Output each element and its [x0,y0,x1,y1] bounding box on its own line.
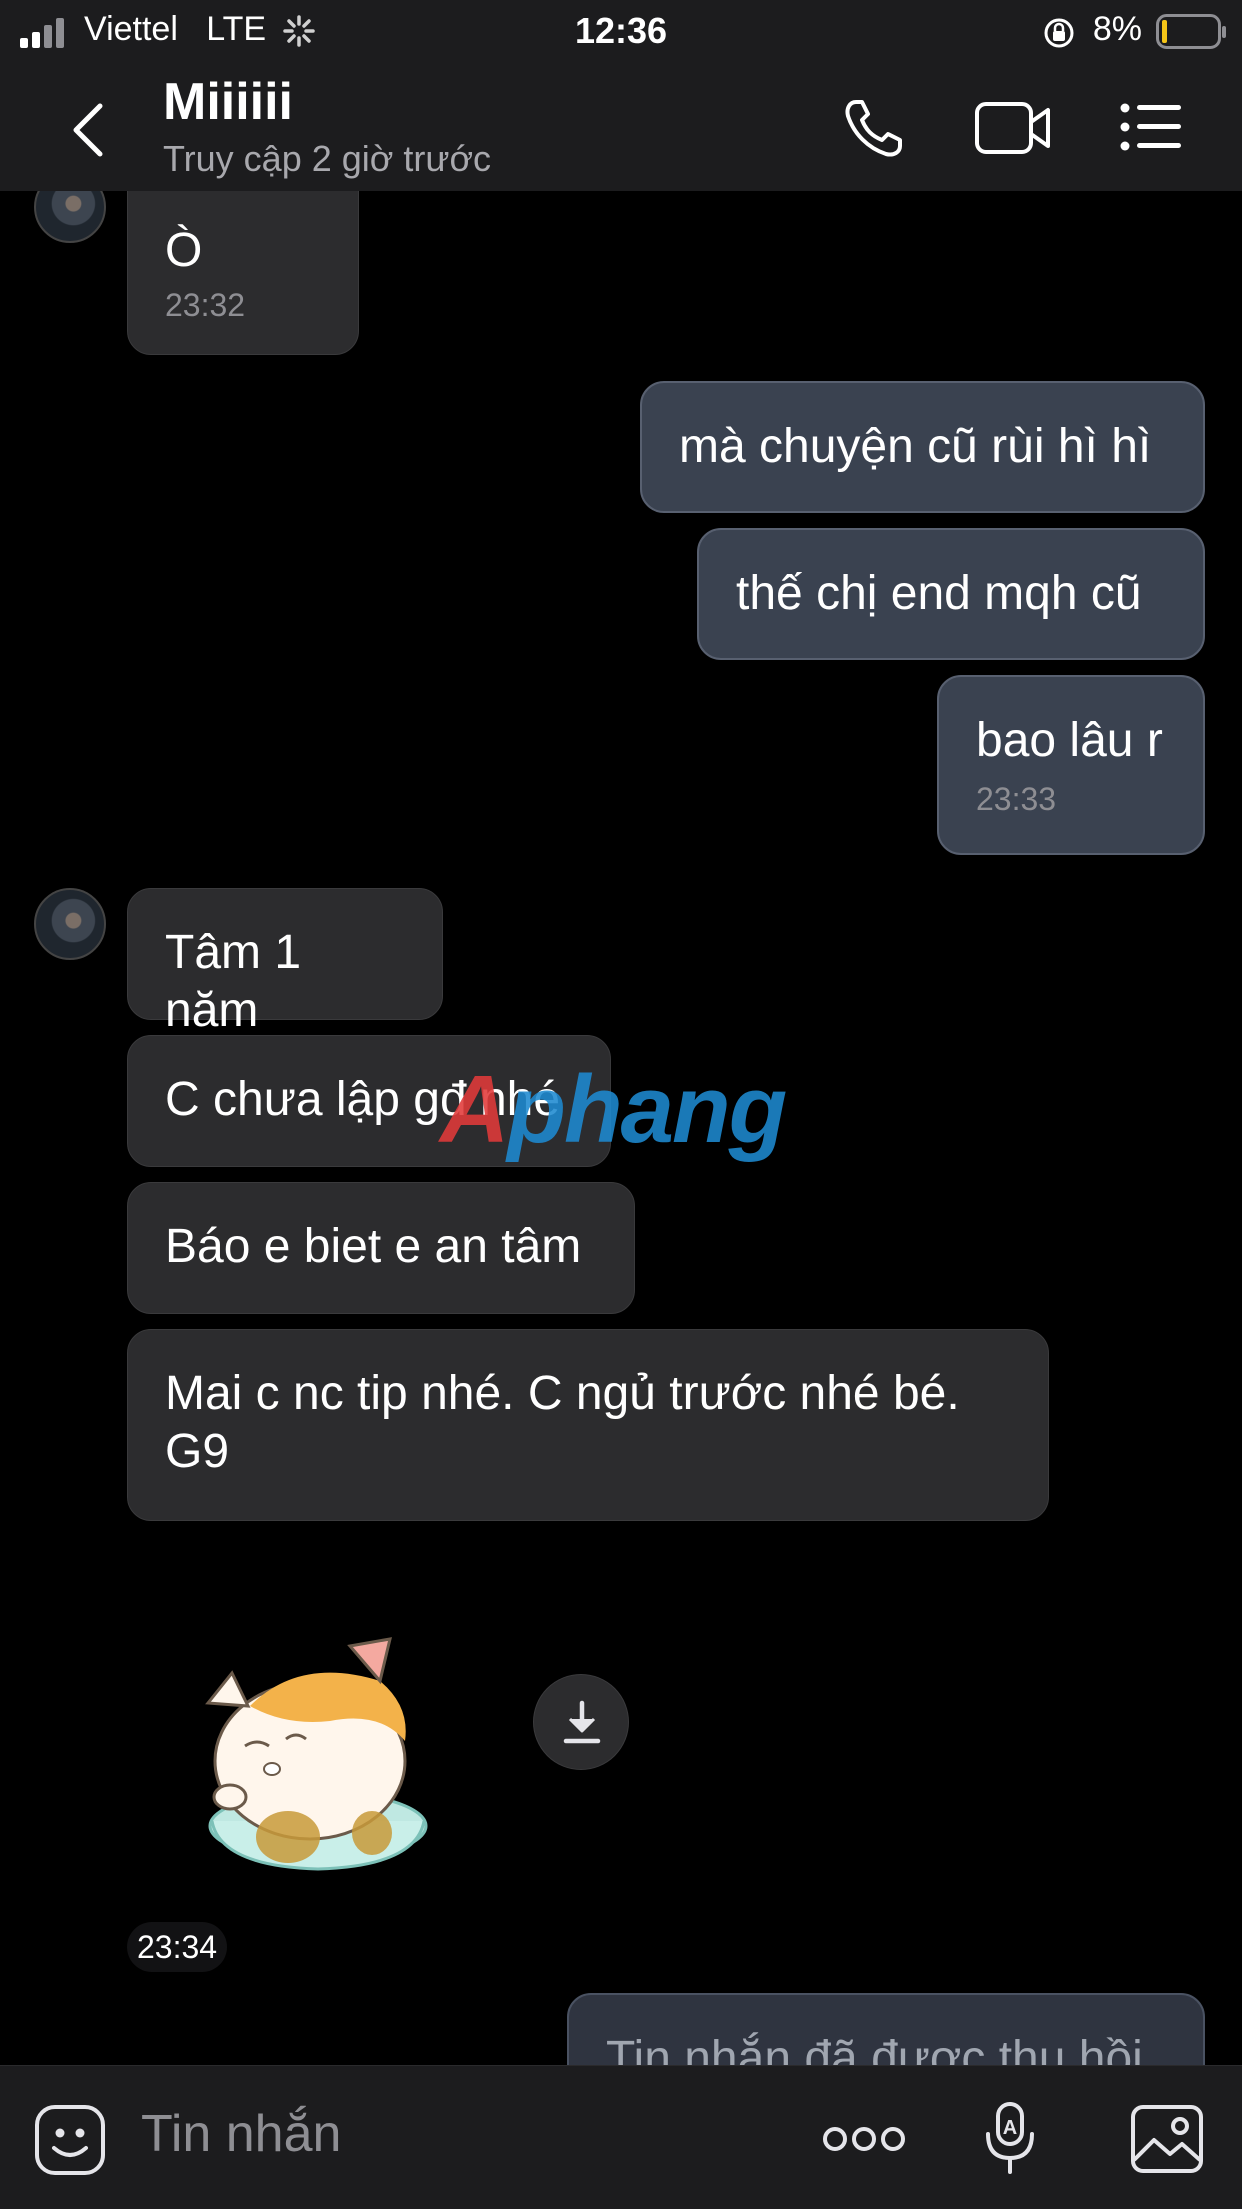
video-camera-icon[interactable] [974,100,1052,156]
chevron-left-icon[interactable] [68,102,108,158]
avatar[interactable] [34,888,106,960]
message-composer: Tin nhắn A [0,2065,1242,2209]
message-text: thế chị end mqh cũ [736,567,1142,620]
rotation-lock-icon [1044,18,1074,48]
message-bubble[interactable]: mà chuyện cũ rùi hì hì [640,381,1205,513]
voice-to-text-icon[interactable]: A [980,2100,1040,2178]
message-text: Tin nhắn đã được thu hồi [606,2032,1143,2065]
more-dots-icon[interactable] [822,2124,906,2154]
message-text: bao lâu r [976,714,1163,767]
avatar[interactable] [34,191,106,243]
battery-icon [1156,14,1226,49]
recalled-message-bubble[interactable]: Tin nhắn đã được thu hồi [567,1993,1205,2065]
battery-percent: 8% [1092,10,1142,48]
sleeping-cat-sticker[interactable] [190,1611,440,1871]
message-text: mà chuyện cũ rùi hì hì [679,420,1152,473]
download-sticker-button[interactable] [533,1674,629,1770]
phone-icon[interactable] [842,96,906,160]
message-bubble[interactable]: Mai c nc tip nhé. C ngủ trước nhé bé. G9 [127,1329,1049,1521]
message-input[interactable]: Tin nhắn [141,2104,341,2164]
message-time: 23:32 [165,287,246,323]
contact-name[interactable]: Miiiiii [163,72,293,132]
message-text: Báo e biet e an tâm [165,1220,582,1273]
message-time: 23:33 [976,781,1057,817]
watermark-logo: Aphang [440,1056,787,1163]
message-bubble[interactable]: Tâm 1 năm [127,888,443,1037]
message-bubble[interactable]: Báo e biet e an tâm [127,1182,635,1314]
emoji-icon[interactable] [34,2104,106,2176]
image-icon[interactable] [1130,2104,1204,2174]
list-menu-icon[interactable] [1120,102,1182,152]
message-bubble[interactable]: thế chị end mqh cũ [697,528,1205,660]
status-bar: Viettel LTE 12:36 8% [0,0,1242,66]
message-text: Ò [165,224,203,277]
message-text: Mai c nc tip nhé. C ngủ trước nhé bé. G9 [165,1367,960,1478]
message-text: Tâm 1 năm [165,926,315,1037]
svg-text:A: A [1003,2117,1017,2139]
message-bubble[interactable]: bao lâu r 23:33 [937,675,1205,855]
message-bubble[interactable]: Ò 23:32 [127,191,359,355]
download-icon [563,1700,601,1744]
sticker-time: 23:34 [127,1922,228,1972]
last-seen-status: Truy cập 2 giờ trước [163,138,492,179]
